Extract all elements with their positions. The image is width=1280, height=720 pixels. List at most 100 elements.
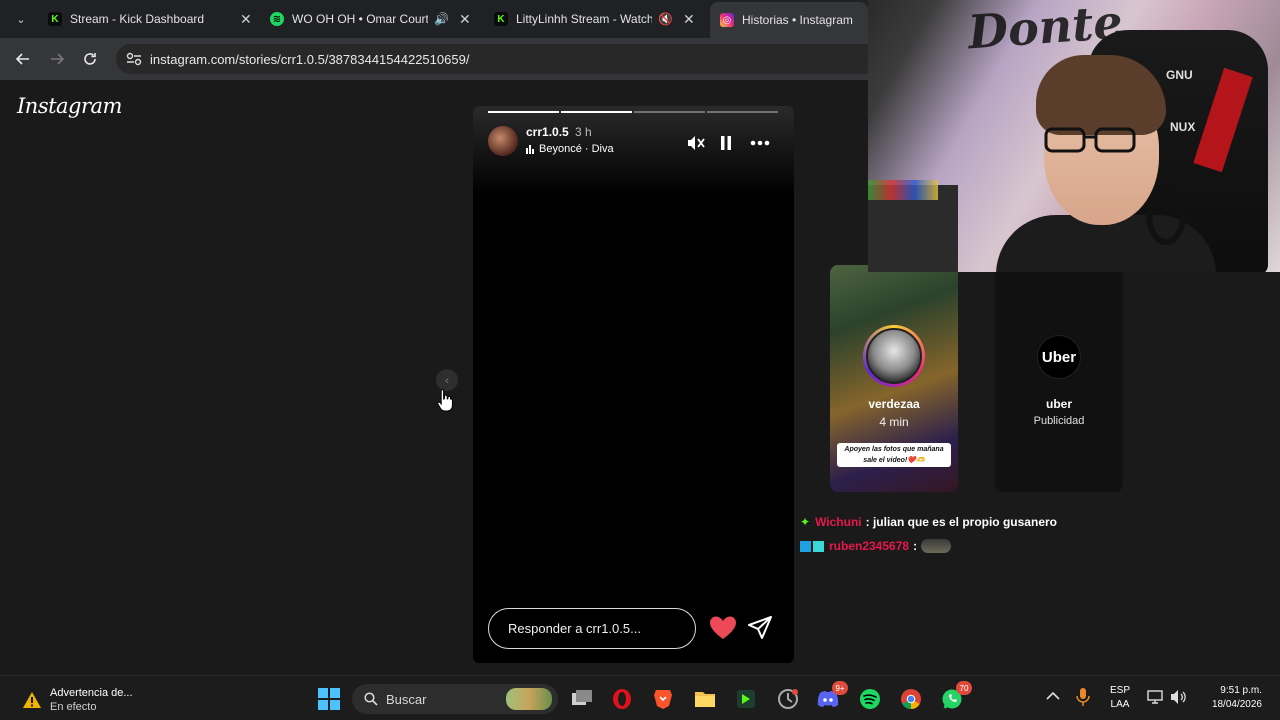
tab-title: LittyLinhh Stream - Watch L [516,12,652,26]
chat-username: ruben2345678 [829,539,910,553]
instagram-logo[interactable]: Instagram [17,94,122,118]
chat-text: : [913,539,918,553]
badge-icon [813,540,824,552]
progress-segment [561,111,632,113]
card-username: uber [1045,397,1072,411]
webcam-figures [868,180,938,200]
tab-instagram-stories[interactable]: ◎ Historias • Instagram [710,2,868,38]
streamer-hair [1036,55,1166,135]
search-highlight-image [506,688,552,710]
kick-icon: K [494,12,508,26]
site-settings-icon[interactable] [122,52,146,66]
story-header-gradient [473,106,794,196]
warning-title: Advertencia de... [50,687,133,699]
story-time: 3 h [575,125,592,139]
close-tab-icon[interactable]: ✕ [240,11,252,28]
file-explorer-icon[interactable] [692,686,718,712]
chat-username: Wichuni [815,515,862,529]
address-bar[interactable]: instagram.com/stories/crr1.0.5/387834415… [116,44,868,74]
app-icon[interactable] [733,686,759,712]
streamer-glasses [1044,127,1136,153]
search-icon [364,692,378,706]
streamer-webcam: Donte GNU NUX [868,0,1280,272]
mute-icon[interactable] [685,133,707,153]
pause-icon[interactable] [715,133,737,153]
whatsapp-notification-badge: 70 [956,681,972,695]
uber-logo: Uber [1037,335,1081,379]
tab-title: WO OH OH • Omar Courtz, [292,12,428,26]
streamer [996,55,1216,272]
url-text: instagram.com/stories/crr1.0.5/387834415… [150,51,470,67]
chat-text: : julian que es el propio gusanero [865,515,1057,529]
more-options-icon[interactable] [749,133,771,153]
recording-app-icon[interactable] [775,686,801,712]
search-placeholder: Buscar [386,691,427,707]
warning-icon [23,692,41,708]
tab-spotify[interactable]: ≋ WO OH OH • Omar Courtz, 🔊 ✕ [270,4,476,34]
opera-icon[interactable] [609,686,635,712]
story-username[interactable]: crr1.0.5 [526,125,569,139]
muted-speaker-icon[interactable]: 🔇 [658,12,673,26]
system-clock[interactable]: 9:51 p.m. 18/04/2026 [1200,684,1262,712]
chat-emote [921,539,952,553]
card-sponsored-label: Publicidad [1033,415,1085,427]
story-viewer[interactable]: crr1.0.5 3 h Beyoncé · Diva [473,106,794,663]
brave-icon[interactable] [650,686,676,712]
network-icon[interactable] [1146,689,1164,710]
windows-taskbar: Advertencia de... En efecto Buscar 9+ 70… [0,675,1280,720]
clock-time: 9:51 p.m. [1220,685,1262,696]
next-story-card-verdezaa[interactable]: verdezaa 4 min Apoyen las fotos que maña… [830,265,958,492]
audio-bars-icon [526,144,534,154]
show-hidden-icons-chevron-icon[interactable] [1046,688,1060,706]
streamer-headset [1146,185,1186,245]
kick-icon: K [48,12,62,26]
story-music[interactable]: Beyoncé · Diva [526,143,614,155]
card-username: verdezaa [868,397,920,411]
send-direct-icon[interactable] [746,614,774,642]
close-tab-icon[interactable]: ✕ [683,11,695,28]
language-code: ESP [1110,685,1131,696]
tab-kick-dashboard[interactable]: K Stream - Kick Dashboard ✕ [48,4,252,34]
language-indicator[interactable]: ESP LAA [1110,684,1130,712]
progress-segment [488,111,559,113]
microphone-icon[interactable] [1076,687,1090,712]
like-heart-icon[interactable] [709,615,737,641]
instagram-icon: ◎ [720,13,734,27]
speaker-icon[interactable]: 🔊 [434,12,449,26]
clock-date: 18/04/2026 [1211,699,1262,710]
whatsapp-icon[interactable]: 70 [939,681,972,712]
chrome-icon[interactable] [898,686,924,712]
tab-title: Historias • Instagram [742,13,853,27]
mouse-hand-cursor-icon [437,388,453,412]
keyboard-layout: LAA [1110,699,1130,710]
tab-title: Stream - Kick Dashboard [70,12,205,26]
forward-arrow-icon[interactable] [46,48,68,70]
tab-kick-littylinhh[interactable]: K LittyLinhh Stream - Watch L 🔇 ✕ [494,4,700,34]
browser-toolbar: instagram.com/stories/crr1.0.5/387834415… [0,38,868,80]
chat-message: ruben2345678 : [800,535,1057,557]
taskbar-search-input[interactable]: Buscar [352,684,558,714]
task-view-icon[interactable] [569,686,595,712]
story-progress-bar [488,111,778,113]
reload-icon[interactable] [79,48,101,70]
windows-start-icon[interactable] [316,686,342,712]
story-reply-input[interactable]: Responder a crr1.0.5... [488,608,696,649]
close-tab-icon[interactable]: ✕ [459,11,471,28]
sparkle-badge-icon: ✦ [800,515,811,529]
volume-icon[interactable] [1170,689,1188,710]
story-music-label: Beyoncé · Diva [539,143,614,155]
story-ring-avatar [863,325,925,387]
tab-search-chevron-icon[interactable]: ⌄ [10,9,32,29]
badge-icon [800,540,811,552]
story-user-avatar[interactable] [488,126,518,156]
warning-subtitle: En efecto [50,701,97,713]
back-arrow-icon[interactable] [12,48,34,70]
discord-icon[interactable]: 9+ [815,681,848,712]
browser-tab-strip: ⌄ K Stream - Kick Dashboard ✕ ≋ WO OH OH… [0,0,868,38]
reply-placeholder: Responder a crr1.0.5... [508,621,641,636]
instagram-stories-page: Instagram crr1.0.5 3 h Beyoncé · Diva [0,80,868,675]
spotify-icon[interactable] [857,686,883,712]
card-time: 4 min [879,415,909,429]
next-story-card-uber[interactable]: Uber uber Publicidad [995,265,1123,492]
weather-warning-widget[interactable]: Advertencia de... En efecto [22,686,133,714]
